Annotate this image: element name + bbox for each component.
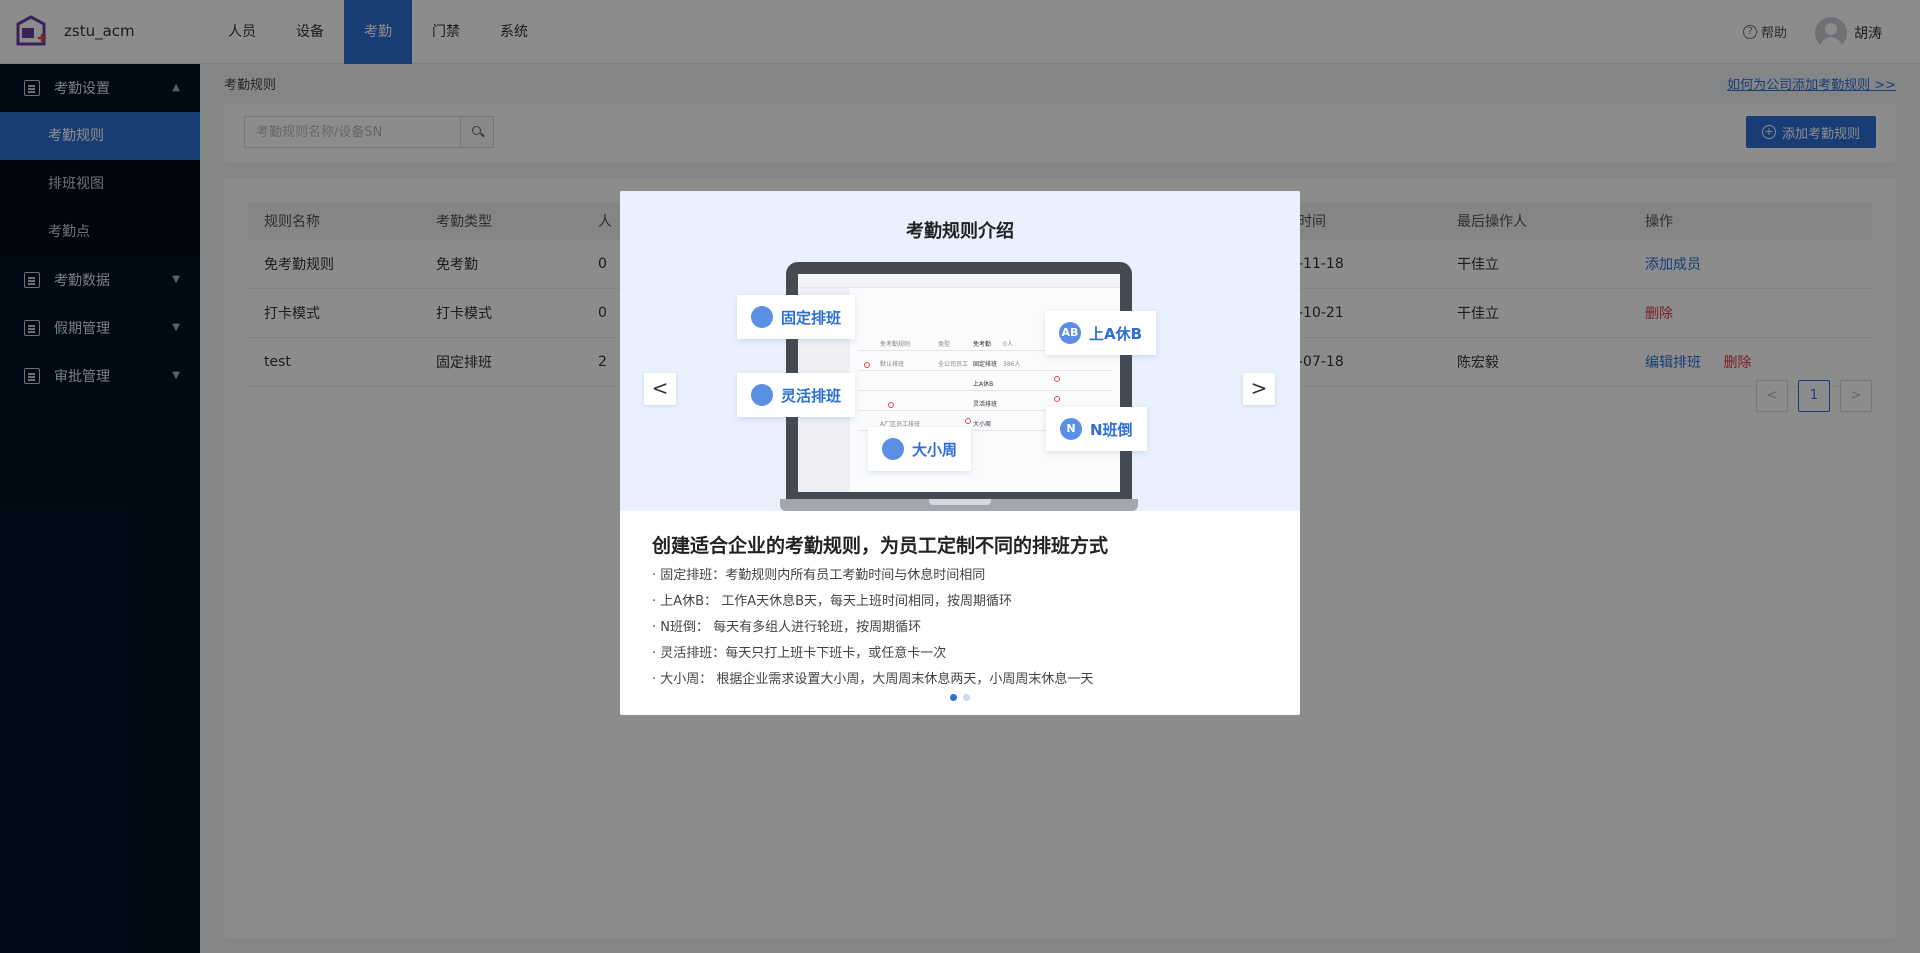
tag-label: 固定排班 [781,308,842,327]
laptop-base [780,499,1138,511]
tag-label: 大小周 [912,440,958,459]
intro-modal: 考勤规则介绍 免考勤规则 类型 免考勤 0人 默认排班 全公司员工 固定排班 3… [620,191,1300,715]
modal-headline: 创建适合企业的考勤规则，为员工定制不同的排班方式 [652,535,1109,557]
carousel-dot-active[interactable] [950,694,957,701]
tag-flexible-shift: 灵活排班 [737,373,856,417]
screen-text: 386人 [1003,361,1021,368]
screen-text: 默认排班 [880,361,905,368]
status-dot [965,418,971,424]
status-dot [1054,396,1060,402]
screen-text: 全公司员工 [938,361,969,368]
feature-item: · 固定排班：考勤规则内所有员工考勤时间与休息时间相同 [652,568,986,583]
carousel-next-button[interactable]: > [1243,373,1275,405]
feature-item: · N班倒： 每天有多组人进行轮班，按周期循环 [652,620,922,635]
tag-label: 上A休B [1089,324,1143,343]
big-small-week-icon [882,438,904,460]
n-shift-icon: N [1060,418,1082,440]
screen-text: 固定排班 [973,361,998,368]
screen-text: 0人 [1003,341,1013,348]
chevron-right-icon: > [1250,376,1268,400]
modal-title: 考勤规则介绍 [906,221,1014,242]
feature-list: · 固定排班：考勤规则内所有员工考勤时间与休息时间相同 · 上A休B： 工作A天… [652,563,1093,693]
status-dot [888,402,894,408]
tag-fixed-shift: 固定排班 [737,295,856,339]
carousel-prev-button[interactable]: < [644,373,676,405]
screen-text: 大小周 [973,421,992,428]
flexible-shift-icon [751,384,773,406]
status-dot [864,362,870,368]
screen-row-line [858,370,1112,371]
modal-banner: 考勤规则介绍 免考勤规则 类型 免考勤 0人 默认排班 全公司员工 固定排班 3… [620,191,1300,511]
screen-titlebar [798,274,1120,288]
tag-label: 灵活排班 [781,386,842,405]
screen-text: 免考勤 [973,341,992,348]
carousel-dots [950,694,970,701]
tag-big-small-week: 大小周 [868,427,972,471]
screen-text: 上A休B [973,381,994,388]
status-dot [1054,376,1060,382]
ab-icon: AB [1059,322,1081,344]
tag-n-shift-rotation: N N班倒 [1046,407,1147,451]
tag-work-a-rest-b: AB 上A休B [1045,311,1157,355]
screen-text: 类型 [938,341,951,348]
screen-text: 免考勤规则 [880,341,911,348]
feature-item: · 上A休B： 工作A天休息B天，每天上班时间相同，按周期循环 [652,594,1013,609]
screen-text: 灵活排班 [973,401,998,408]
tag-label: N班倒 [1090,420,1133,439]
laptop-notch [929,499,991,505]
chevron-left-icon: < [651,376,669,400]
feature-item: · 大小周： 根据企业需求设置大小周，大周周末休息两天，小周周末休息一天 [652,672,1094,687]
fixed-shift-icon [751,306,773,328]
carousel-dot[interactable] [963,694,970,701]
feature-item: · 灵活排班：每天只打上班卡下班卡，或任意卡一次 [652,646,947,661]
screen-row-line [858,390,1112,391]
